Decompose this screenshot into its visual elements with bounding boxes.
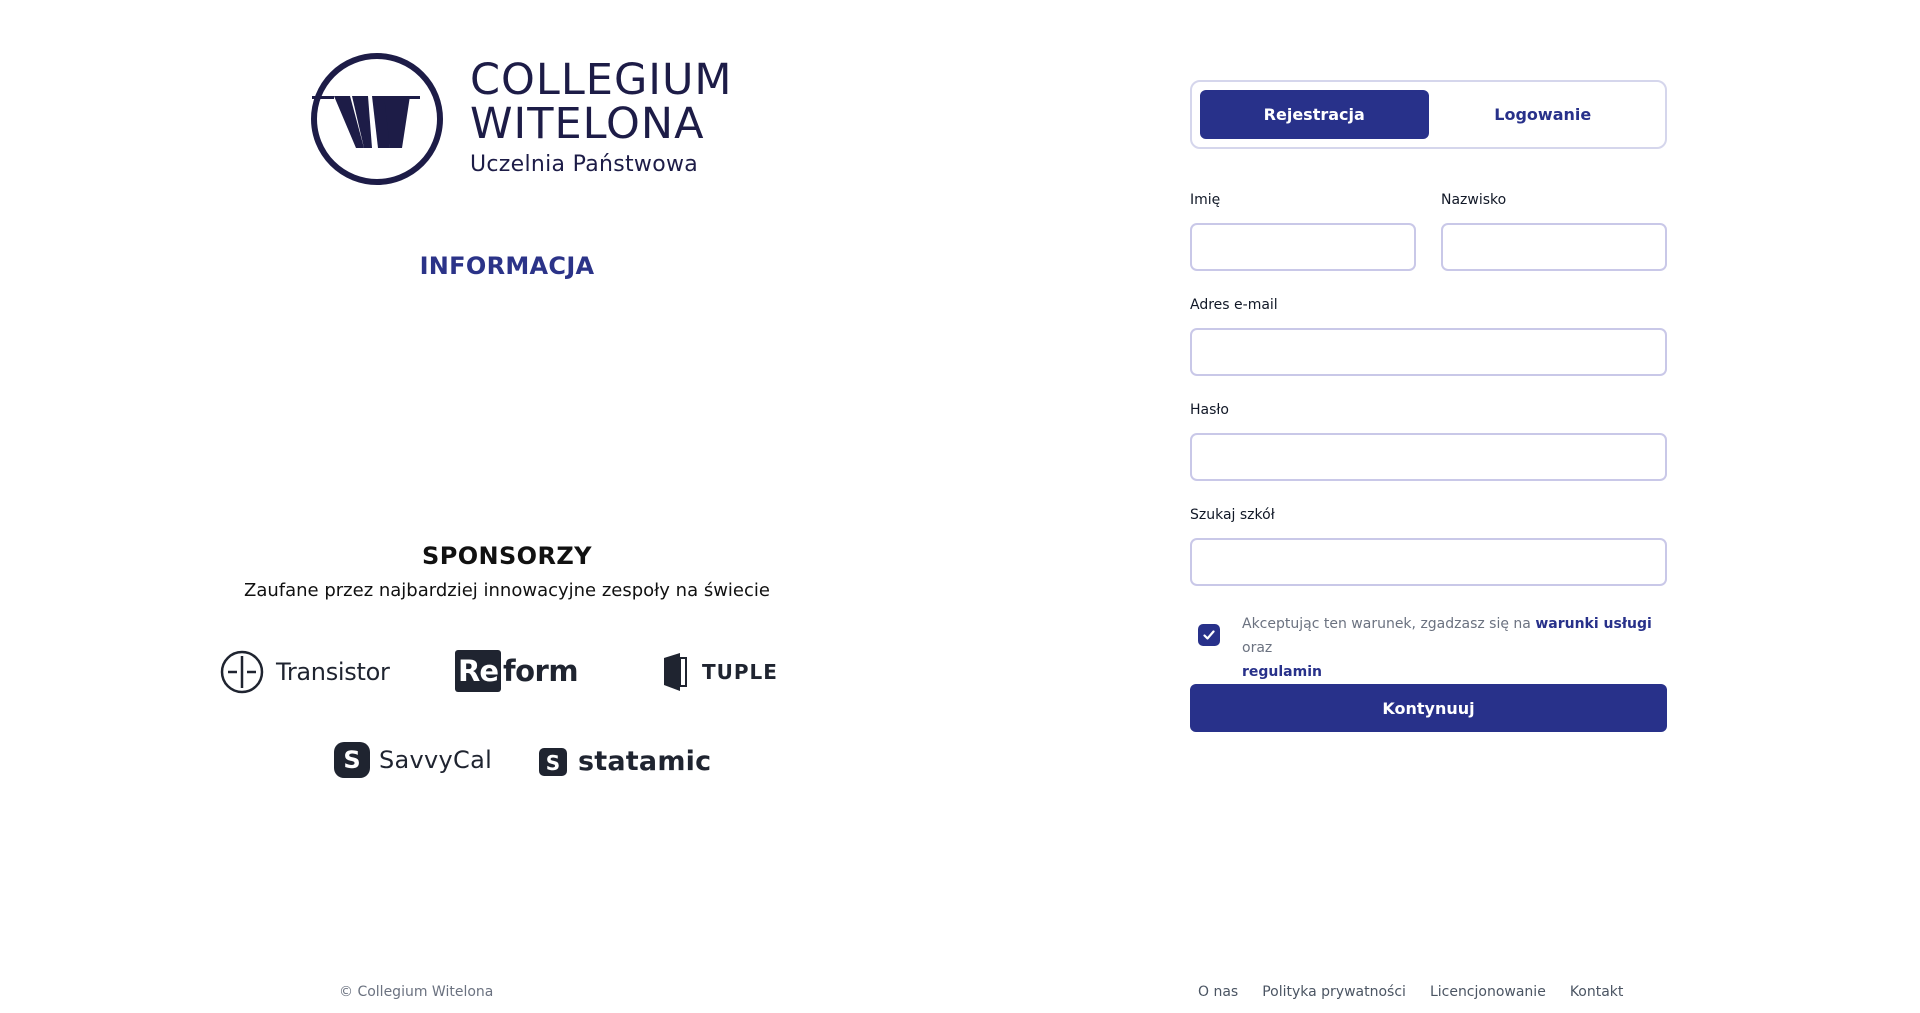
sponsor-reform-name: form <box>503 654 579 688</box>
consent-row: Akceptując ten warunek, zgadzasz się na … <box>1198 612 1668 684</box>
email-field[interactable] <box>1190 328 1667 376</box>
reform-logo-icon: Re <box>455 650 501 692</box>
consent-text: Akceptując ten warunek, zgadzasz się na … <box>1242 612 1668 684</box>
last-name-label: Nazwisko <box>1441 192 1507 208</box>
sponsor-reform[interactable]: Re form <box>455 650 579 692</box>
first-name-label: Imię <box>1190 192 1221 208</box>
tab-login[interactable]: Logowanie <box>1429 90 1658 139</box>
auth-tabs: Rejestracja Logowanie <box>1190 80 1667 149</box>
password-label: Hasło <box>1190 402 1229 418</box>
checkmark-icon <box>1203 630 1215 640</box>
brand-subtitle: Uczelnia Państwowa <box>470 152 699 177</box>
transistor-logo-icon <box>220 650 264 694</box>
sponsor-tuple-name: TUPLE <box>702 660 778 684</box>
rules-link[interactable]: regulamin <box>1242 664 1322 680</box>
footer-link-about[interactable]: O nas <box>1198 984 1238 1000</box>
sponsors-heading: SPONSORZY <box>422 542 592 570</box>
info-heading: INFORMACJA <box>419 252 595 280</box>
footer-link-contact[interactable]: Kontakt <box>1570 984 1624 1000</box>
svg-text:S: S <box>343 746 360 774</box>
consent-text-middle: oraz <box>1242 640 1273 656</box>
terms-link[interactable]: warunki usługi <box>1535 616 1651 632</box>
school-search-label: Szukaj szkół <box>1190 507 1275 523</box>
brand-text: COLLEGIUM WITELONA Uczelnia Państwowa <box>470 58 733 180</box>
last-name-field[interactable] <box>1441 223 1667 271</box>
svg-text:S: S <box>546 751 560 775</box>
footer-link-licensing[interactable]: Licencjonowanie <box>1430 984 1546 1000</box>
sponsor-statamic-name: statamic <box>578 746 712 777</box>
witelona-emblem-icon <box>311 53 443 185</box>
footer-links: O nas Polityka prywatności Licencjonowan… <box>1198 984 1623 1000</box>
brand-logo[interactable]: COLLEGIUM WITELONA Uczelnia Państwowa <box>310 52 733 186</box>
sponsor-savvycal[interactable]: S SavvyCal <box>333 741 492 779</box>
tab-register[interactable]: Rejestracja <box>1200 90 1429 139</box>
email-label: Adres e-mail <box>1190 297 1278 313</box>
brand-line-2: WITELONA <box>470 99 705 149</box>
password-field[interactable] <box>1190 433 1667 481</box>
footer-copyright: © Collegium Witelona <box>339 984 494 1000</box>
sponsor-tuple[interactable]: TUPLE <box>662 652 778 692</box>
tuple-logo-icon <box>664 653 687 691</box>
consent-checkbox[interactable] <box>1198 624 1220 646</box>
statamic-logo-icon: S <box>539 747 567 776</box>
page: COLLEGIUM WITELONA Uczelnia Państwowa IN… <box>0 0 1920 1013</box>
footer-link-privacy[interactable]: Polityka prywatności <box>1262 984 1406 1000</box>
sponsor-transistor-name: Transistor <box>276 658 390 686</box>
savvycal-logo-icon: S <box>334 742 370 778</box>
consent-text-before: Akceptując ten warunek, zgadzasz się na <box>1242 616 1536 632</box>
first-name-field[interactable] <box>1190 223 1416 271</box>
continue-button[interactable]: Kontynuuj <box>1190 684 1667 732</box>
brand-line-1: COLLEGIUM <box>470 55 733 105</box>
sponsor-statamic[interactable]: S statamic <box>538 746 711 777</box>
sponsor-savvycal-name: SavvyCal <box>379 746 493 774</box>
school-search-input[interactable] <box>1190 538 1667 586</box>
sponsors-subtitle: Zaufane przez najbardziej innowacyjne ze… <box>244 580 770 601</box>
sponsor-transistor[interactable]: Transistor <box>220 650 390 694</box>
